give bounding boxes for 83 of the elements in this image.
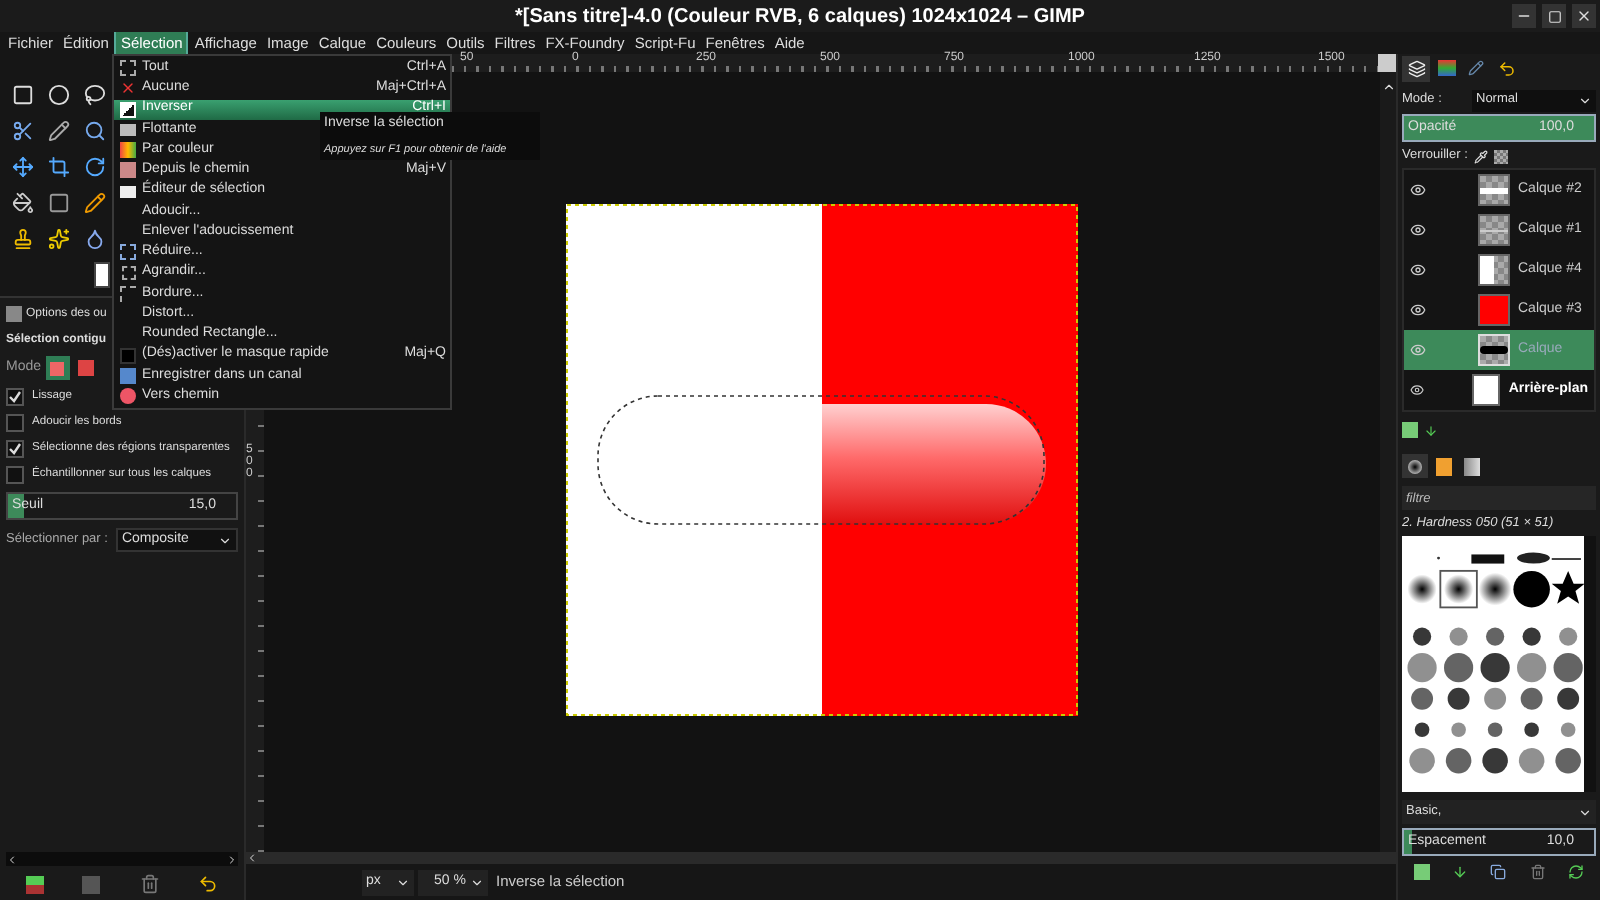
scroll-left-icon[interactable]	[246, 852, 258, 864]
invert-icon	[120, 101, 136, 118]
move-icon[interactable]	[11, 155, 33, 177]
magnifier-icon[interactable]	[83, 119, 105, 141]
scroll-left-icon[interactable]	[6, 853, 18, 865]
path-icon	[120, 162, 136, 179]
rectangle-select-icon[interactable]	[11, 83, 33, 105]
lower-layer-icon[interactable]	[1424, 423, 1438, 437]
editor-icon	[120, 185, 136, 198]
close-icon	[1576, 8, 1592, 24]
quick-mask-icon	[120, 347, 136, 364]
edit-brush-icon[interactable]	[1413, 864, 1430, 880]
caret-icon	[470, 875, 484, 889]
visibility-eye-icon[interactable]	[1410, 302, 1426, 318]
lock-alpha-icon[interactable]	[1493, 149, 1508, 163]
checkbox[interactable]	[6, 413, 24, 431]
layers-icon	[1407, 59, 1425, 77]
bucket-icon[interactable]	[11, 191, 33, 213]
caret-icon	[396, 875, 410, 889]
layer-thumbnail	[1478, 214, 1510, 246]
reset-icon[interactable]	[198, 874, 219, 894]
undo-icon[interactable]	[1497, 59, 1515, 77]
channels-tab[interactable]	[1437, 60, 1455, 76]
checkbox[interactable]	[6, 439, 24, 457]
visibility-eye-icon[interactable]	[1410, 382, 1425, 398]
layer-thumbnail	[1478, 294, 1510, 326]
checkbox[interactable]	[6, 387, 24, 405]
caret-icon	[1578, 805, 1592, 819]
ellipse-select-icon[interactable]	[47, 83, 69, 105]
gradient-icon[interactable]	[47, 191, 69, 213]
close-button[interactable]	[1572, 4, 1596, 28]
layer-thumbnail	[1471, 374, 1501, 406]
lasso-icon[interactable]	[83, 83, 105, 105]
crop-icon[interactable]	[47, 155, 69, 177]
maximize-icon	[1547, 9, 1561, 23]
visibility-eye-icon[interactable]	[1410, 262, 1426, 278]
vertical-scrollbar[interactable]	[1584, 536, 1596, 792]
pen-icon[interactable]	[47, 119, 69, 141]
refresh-icon[interactable]	[1568, 864, 1585, 880]
add-mode-button[interactable]	[73, 356, 98, 380]
delete-icon[interactable]	[139, 874, 160, 894]
floating-icon	[120, 123, 136, 136]
vertical-scrollbar[interactable]	[1380, 72, 1396, 852]
delete-icon[interactable]	[1529, 864, 1546, 880]
checkbox[interactable]	[6, 465, 24, 483]
window-title: *[Sans titre]-4.0 (Couleur RVB, 6 calques) 1024x1024 – GIMP	[515, 3, 1085, 31]
layer-thumbnail	[1478, 254, 1510, 286]
rotate-icon[interactable]	[83, 155, 105, 177]
border-icon	[120, 285, 136, 302]
maximize-button[interactable]	[1542, 4, 1566, 28]
caret-icon	[1578, 93, 1592, 107]
save-options-icon[interactable]	[25, 875, 44, 893]
gradients-tab[interactable]	[1463, 457, 1479, 475]
visibility-eye-icon[interactable]	[1410, 222, 1426, 238]
heal-icon[interactable]	[47, 227, 69, 249]
lock-pixels-icon[interactable]	[1473, 149, 1488, 163]
smudge-icon[interactable]	[83, 227, 105, 249]
scroll-up-icon[interactable]	[1381, 80, 1395, 94]
layers-tab[interactable]	[1402, 55, 1430, 81]
patterns-tab[interactable]	[1435, 457, 1451, 475]
replace-mode-button[interactable]	[45, 356, 70, 380]
stamp-icon[interactable]	[11, 227, 33, 249]
scroll-right-icon[interactable]	[226, 853, 238, 865]
shrink-icon	[120, 244, 136, 261]
layer-thumbnail	[1478, 334, 1510, 366]
pencil-icon[interactable]	[83, 191, 105, 213]
duplicate-icon[interactable]	[1490, 864, 1507, 880]
visibility-eye-icon[interactable]	[1410, 182, 1426, 198]
minimize-button[interactable]	[1512, 4, 1536, 28]
horizontal-scrollbar[interactable]	[6, 852, 238, 866]
horizontal-scrollbar[interactable]	[246, 852, 1396, 864]
tool-options-icon	[6, 306, 22, 322]
scissors-icon[interactable]	[11, 119, 33, 141]
color-select-icon	[120, 142, 136, 159]
caret-icon	[218, 533, 232, 547]
cross-icon	[120, 80, 136, 97]
pencil-icon[interactable]	[1468, 60, 1484, 76]
grow-icon	[121, 266, 135, 281]
new-brush-icon[interactable]	[1452, 864, 1469, 880]
dashed-square-icon	[120, 60, 136, 77]
foreground-color-swatch[interactable]	[94, 262, 110, 288]
brushes-tab[interactable]	[1402, 454, 1428, 478]
layer-thumbnail	[1478, 174, 1510, 206]
